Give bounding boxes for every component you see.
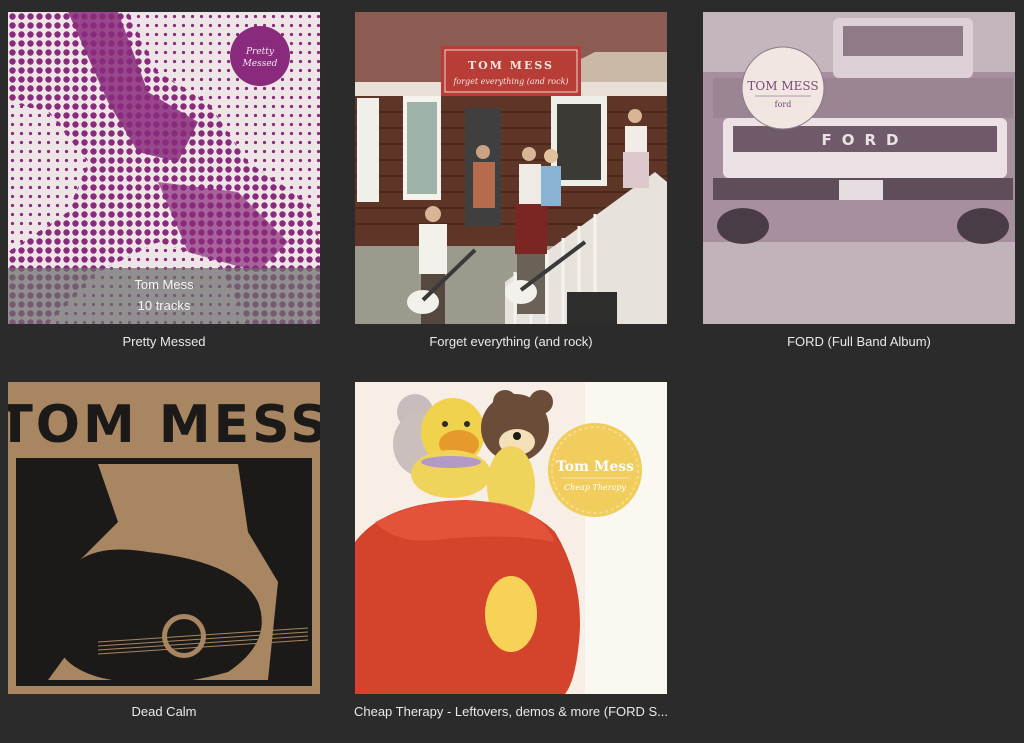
album-hover-overlay: Tom Mess 10 tracks <box>8 268 320 324</box>
album-cover[interactable]: TOM MESS <box>8 382 320 694</box>
cover-label-artist: Tom Mess <box>556 459 634 475</box>
cover-label-pretty: Pretty <box>245 47 275 57</box>
album-cover[interactable]: TOM MESS forget everything (and rock) <box>355 12 667 324</box>
album-title[interactable]: FORD (Full Band Album) <box>683 334 1024 349</box>
album-title[interactable]: Forget everything (and rock) <box>335 334 687 349</box>
cover-label-artist: TOM MESS <box>468 59 554 72</box>
cover-plate-text: FORD <box>822 131 909 149</box>
cover-label-messed: Messed <box>242 59 278 69</box>
album-title[interactable]: Cheap Therapy - Leftovers, demos & more … <box>335 704 687 719</box>
album-cover[interactable]: Tom Mess Cheap Therapy <box>355 382 667 694</box>
cover-label-artist: TOM MESS <box>8 395 320 455</box>
cover-art: TOM MESS <box>8 382 320 694</box>
cover-label-artist: TOM MESS <box>747 79 818 93</box>
album-title[interactable]: Pretty Messed <box>0 334 340 349</box>
album-title[interactable]: Dead Calm <box>0 704 340 719</box>
overlay-track-count: 10 tracks <box>137 298 191 313</box>
cover-art: TOM MESS forget everything (and rock) <box>355 12 667 324</box>
cover-art: Tom Mess Cheap Therapy <box>355 382 667 694</box>
album-cover[interactable]: FORD TOM MESS ford <box>703 12 1015 324</box>
cover-label-subtitle: Cheap Therapy <box>564 483 626 492</box>
cover-art: FORD TOM MESS ford <box>703 12 1015 324</box>
cover-label-subtitle: ford <box>775 100 792 109</box>
overlay-artist: Tom Mess <box>134 277 194 292</box>
cover-label-subtitle: forget everything (and rock) <box>452 77 568 86</box>
album-cover[interactable]: Pretty Messed Tom Mess 10 tracks <box>8 12 320 324</box>
